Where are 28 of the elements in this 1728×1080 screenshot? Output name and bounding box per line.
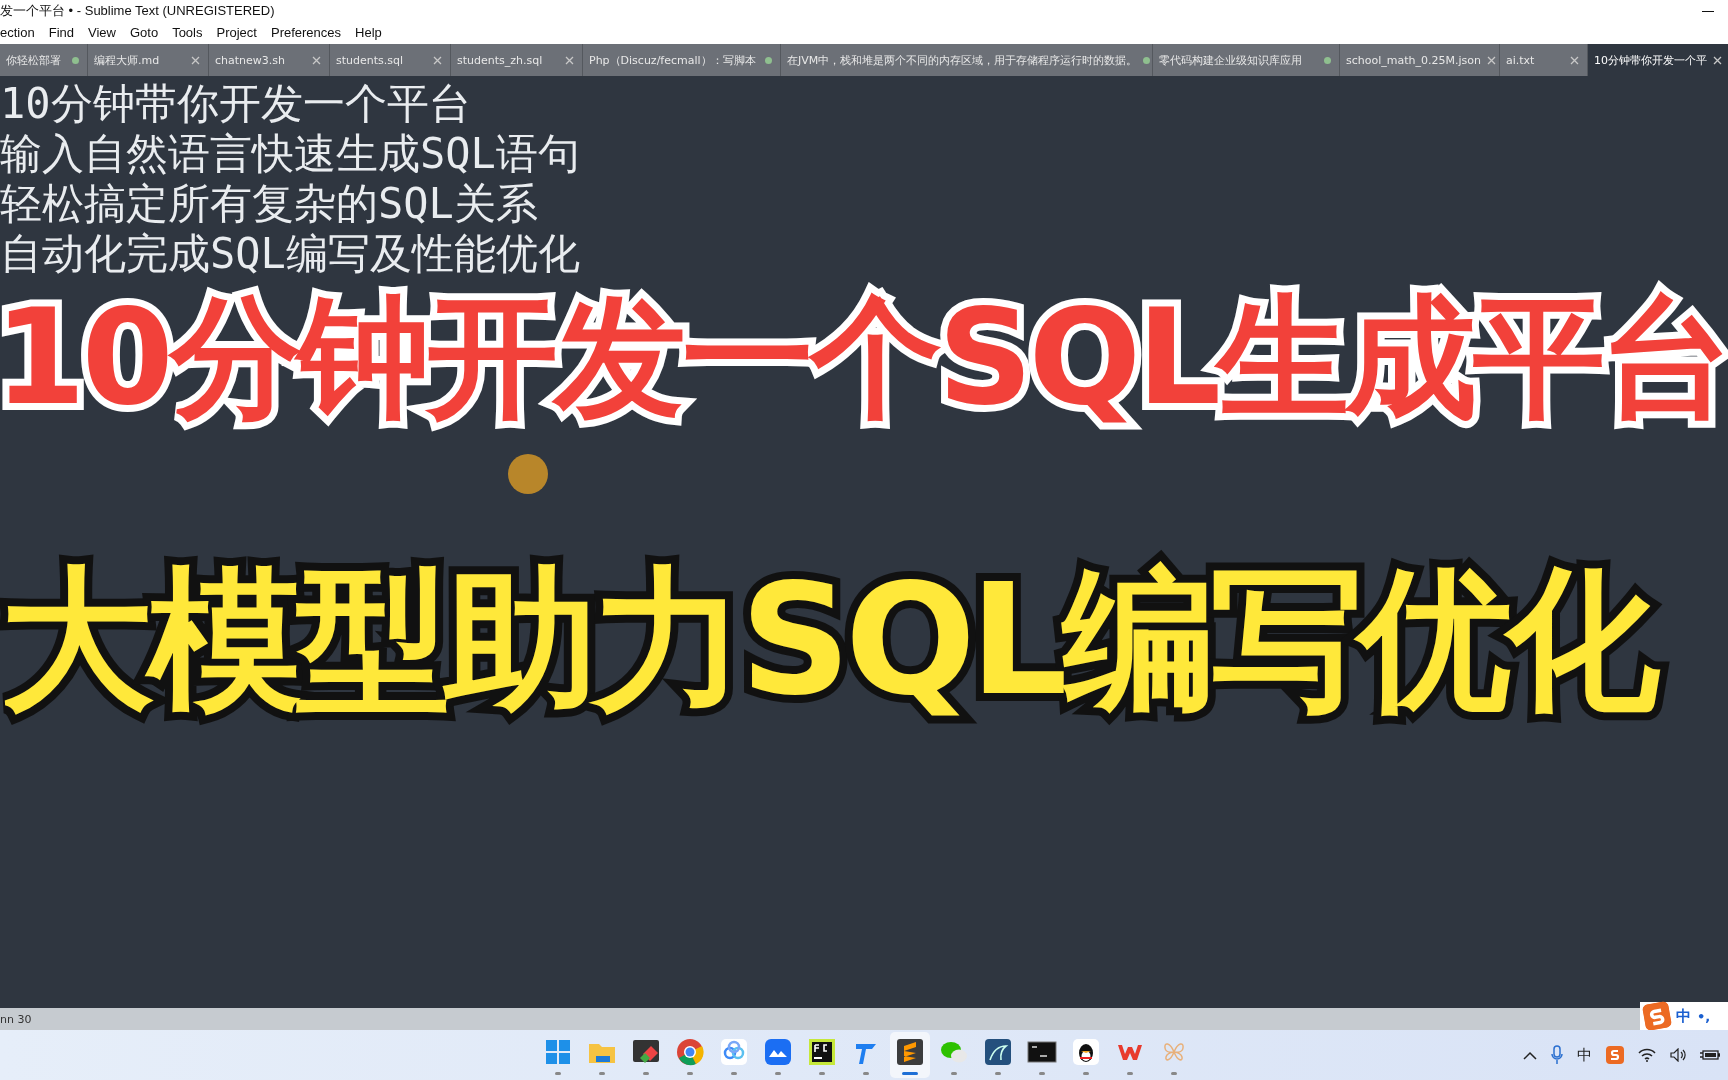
window-title: 发一个平台 • - Sublime Text (UNREGISTERED): [0, 2, 275, 20]
volume-icon[interactable]: [1670, 1048, 1686, 1062]
close-icon[interactable]: [1713, 55, 1722, 65]
wifi-icon[interactable]: [1638, 1048, 1656, 1062]
input-mode-indicator[interactable]: 中: [1577, 1045, 1592, 1065]
menu-item[interactable]: Find: [48, 25, 74, 40]
headline-text: 10分钟开发一个SQL生成平台: [0, 287, 1728, 427]
microphone-icon[interactable]: [1551, 1045, 1563, 1065]
menu-item[interactable]: Help: [355, 25, 382, 40]
code-line: 10分钟带你开发一个平台: [0, 79, 472, 129]
code-line: 输入自然语言快速生成SQL语句: [0, 129, 581, 179]
menu-item[interactable]: Goto: [129, 25, 159, 40]
file-tab[interactable]: 10分钟带你开发一个平: [1588, 44, 1728, 76]
menu-item[interactable]: Project: [216, 25, 257, 40]
cursor-position: nn 30: [0, 1012, 32, 1026]
menu-item[interactable]: Preferences: [270, 25, 342, 40]
menu-item[interactable]: Tools: [172, 25, 203, 40]
code-line: 自动化完成SQL编写及性能优化: [0, 229, 581, 279]
cursor-highlight: [508, 454, 548, 494]
code-line: 轻松搞定所有复杂的SQL关系: [0, 179, 539, 229]
taskbar-app-button[interactable]: [890, 1032, 930, 1078]
battery-icon[interactable]: [1700, 1049, 1720, 1061]
minimize-icon[interactable]: [1702, 10, 1714, 12]
menu-item[interactable]: View: [88, 25, 116, 40]
menu-item[interactable]: ection: [0, 25, 35, 40]
input-mode-toggle[interactable]: 中: [1676, 1006, 1691, 1026]
chevron-up-icon[interactable]: [1523, 1050, 1537, 1060]
punctuation-toggle[interactable]: •,: [1697, 1008, 1711, 1024]
